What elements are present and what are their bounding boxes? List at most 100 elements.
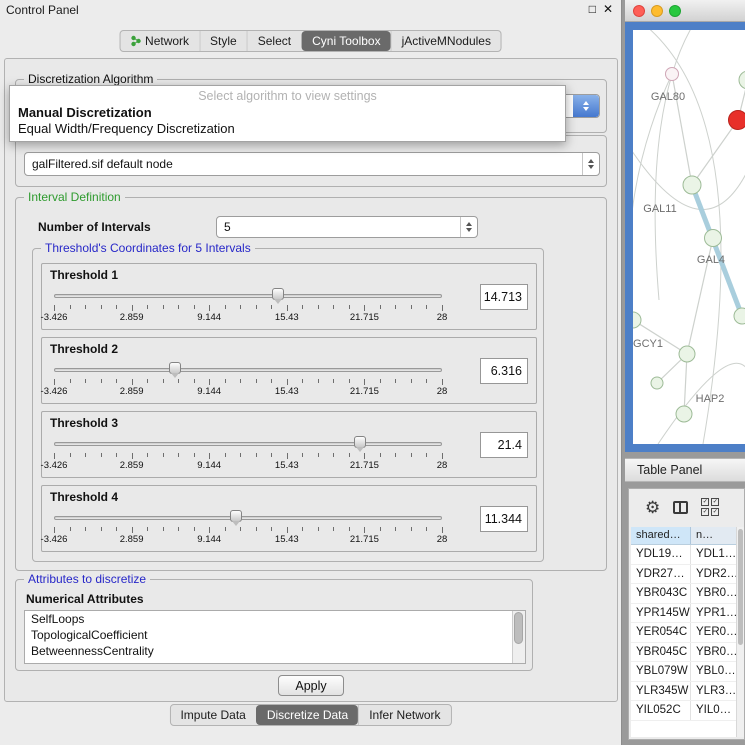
table-row[interactable]: YDR27…YDR2… <box>631 565 742 585</box>
threshold-slider-1[interactable] <box>54 294 442 298</box>
table-scrollbar[interactable] <box>736 527 744 737</box>
tab-style[interactable]: Style <box>199 31 247 51</box>
ruler-label: 21.715 <box>350 534 379 545</box>
threshold-value-3[interactable]: 21.4 <box>480 432 528 458</box>
ruler-tick <box>70 379 71 383</box>
table-row[interactable]: YBL079WYBL0… <box>631 662 742 682</box>
column-header-0[interactable]: shared… <box>631 527 691 544</box>
table-row[interactable]: YPR145WYPR1… <box>631 604 742 624</box>
scrollbar-thumb[interactable] <box>514 612 523 644</box>
slider-thumb[interactable] <box>230 510 242 522</box>
ruler-tick <box>147 527 148 531</box>
ruler-label: 2.859 <box>120 534 144 545</box>
columns-icon[interactable] <box>673 501 688 514</box>
attributes-scrollbar[interactable] <box>512 611 525 663</box>
threshold-value-2[interactable]: 6.316 <box>480 358 528 384</box>
ruler-tick <box>101 453 102 457</box>
node-label-gal80: GAL80 <box>651 91 685 103</box>
ruler-tick <box>395 527 396 531</box>
ruler-tick <box>287 527 288 533</box>
table-row[interactable]: YLR345WYLR3… <box>631 682 742 702</box>
combobox-stepper-icon[interactable] <box>460 217 477 237</box>
network-node-hap2[interactable] <box>676 406 692 422</box>
table-row[interactable]: YBR045CYBR0… <box>631 643 742 663</box>
network-window-titlebar[interactable] <box>625 0 745 22</box>
table-row[interactable]: YDL19…YDL1… <box>631 545 742 565</box>
table-panel-header[interactable]: Table Panel <box>625 458 745 482</box>
tab-jactivemnodules[interactable]: jActiveMNodules <box>391 31 501 51</box>
menu-option-manual-discretization[interactable]: Manual Discretization <box>10 105 565 121</box>
ruler-tick <box>85 379 86 383</box>
table-row[interactable]: YBR043CYBR0… <box>631 584 742 604</box>
table-data-combobox[interactable]: galFiltered.sif default node <box>24 152 600 176</box>
mac-close-icon[interactable] <box>633 5 645 17</box>
menu-option-equal-width-frequency-discretization[interactable]: Equal Width/Frequency Discretization <box>10 121 565 137</box>
number-of-intervals-combobox[interactable]: 5 <box>216 216 478 238</box>
ruler-tick <box>54 453 55 459</box>
network-node[interactable] <box>679 346 695 362</box>
node-label-hap2: HAP2 <box>696 393 725 405</box>
ruler-tick <box>101 305 102 309</box>
table-row[interactable]: YER054CYER0… <box>631 623 742 643</box>
column-header-1[interactable]: n… <box>691 527 742 544</box>
ruler-tick <box>70 527 71 531</box>
network-node-gcy1[interactable] <box>633 312 641 328</box>
network-node[interactable] <box>734 308 745 324</box>
mac-minimize-icon[interactable] <box>651 5 663 17</box>
ruler-tick <box>302 379 303 383</box>
network-edge[interactable] <box>692 120 738 185</box>
combobox-stepper-icon[interactable] <box>582 153 599 175</box>
network-canvas[interactable]: GAL80GAL11GAL4GCY1HAP2 <box>633 30 745 444</box>
attribute-item-selfloops[interactable]: SelfLoops <box>25 611 525 627</box>
table-row[interactable]: YIL052CYIL0… <box>631 701 742 721</box>
window-title: Control Panel <box>6 3 79 17</box>
ruler-tick <box>349 379 350 383</box>
table-cell: YBR045C <box>631 643 691 662</box>
slider-thumb[interactable] <box>169 362 181 374</box>
network-node-gal80[interactable] <box>666 68 679 81</box>
thresholds-group: Threshold's Coordinates for 5 Intervals … <box>32 248 544 562</box>
close-icon[interactable]: ✕ <box>603 2 613 16</box>
algorithm-dropdown-menu: Select algorithm to view settings Manual… <box>9 85 566 142</box>
numerical-attributes-list[interactable]: SelfLoopsTopologicalCoefficientBetweenne… <box>24 610 526 664</box>
bottom-tab-strip: Impute DataDiscretize DataInfer Network <box>169 704 451 726</box>
ruler-tick <box>163 305 164 309</box>
network-graph[interactable]: GAL80GAL11GAL4GCY1HAP2 <box>633 30 745 444</box>
tab-cyni-toolbox[interactable]: Cyni Toolbox <box>301 31 390 51</box>
bottom-tab-discretize-data[interactable]: Discretize Data <box>256 705 358 725</box>
threshold-slider-2[interactable] <box>54 368 442 372</box>
gear-icon[interactable]: ⚙ <box>645 499 660 516</box>
network-node[interactable] <box>729 111 745 130</box>
slider-thumb[interactable] <box>354 436 366 448</box>
network-node-gal4[interactable] <box>705 230 722 247</box>
ruler-tick <box>240 527 241 531</box>
attribute-item-topologicalcoefficient[interactable]: TopologicalCoefficient <box>25 627 525 643</box>
threshold-value-4[interactable]: 11.344 <box>480 506 528 532</box>
ruler-tick <box>364 527 365 533</box>
checkbox-grid-icon[interactable]: ✓✓✓✓ <box>701 498 719 516</box>
ruler-tick <box>256 453 257 457</box>
tab-cyni-toolbox-label: Cyni Toolbox <box>312 34 380 48</box>
apply-button[interactable]: Apply <box>278 675 344 696</box>
network-node[interactable] <box>739 71 745 89</box>
bottom-tab-impute-data[interactable]: Impute Data <box>170 705 255 725</box>
mac-zoom-icon[interactable] <box>669 5 681 17</box>
tab-select[interactable]: Select <box>247 31 301 51</box>
network-node-gal11[interactable] <box>683 176 701 194</box>
network-node[interactable] <box>651 377 663 389</box>
ruler-tick <box>442 379 443 385</box>
tab-network[interactable]: Network <box>120 31 199 51</box>
attribute-item-betweennesscentrality[interactable]: BetweennessCentrality <box>25 643 525 659</box>
threshold-value-1[interactable]: 14.713 <box>480 284 528 310</box>
combobox-stepper-icon[interactable] <box>573 95 599 117</box>
table-cell: YBR043C <box>631 584 691 603</box>
threshold-slider-3[interactable] <box>54 442 442 446</box>
ruler-tick <box>302 527 303 531</box>
float-icon[interactable]: □ <box>589 2 596 16</box>
slider-thumb[interactable] <box>272 288 284 300</box>
network-edge-arc[interactable] <box>633 74 672 320</box>
scrollbar-thumb[interactable] <box>738 529 743 645</box>
ruler-tick <box>287 305 288 311</box>
bottom-tab-infer-network[interactable]: Infer Network <box>358 705 450 725</box>
threshold-slider-4[interactable] <box>54 516 442 520</box>
